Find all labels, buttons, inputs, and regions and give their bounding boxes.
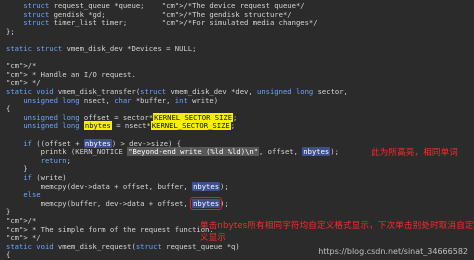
code-text: {: [6, 250, 11, 260]
annotation-note-2: 单击nbytes所有相同字符均自定义格式显示，下次单击别处时取消自定义显示: [200, 221, 474, 243]
annotation-note-1: 此为所高亮，相同单词: [371, 148, 459, 158]
watermark-url: https://blog.csdn.net/sinat_34666582: [318, 247, 468, 256]
